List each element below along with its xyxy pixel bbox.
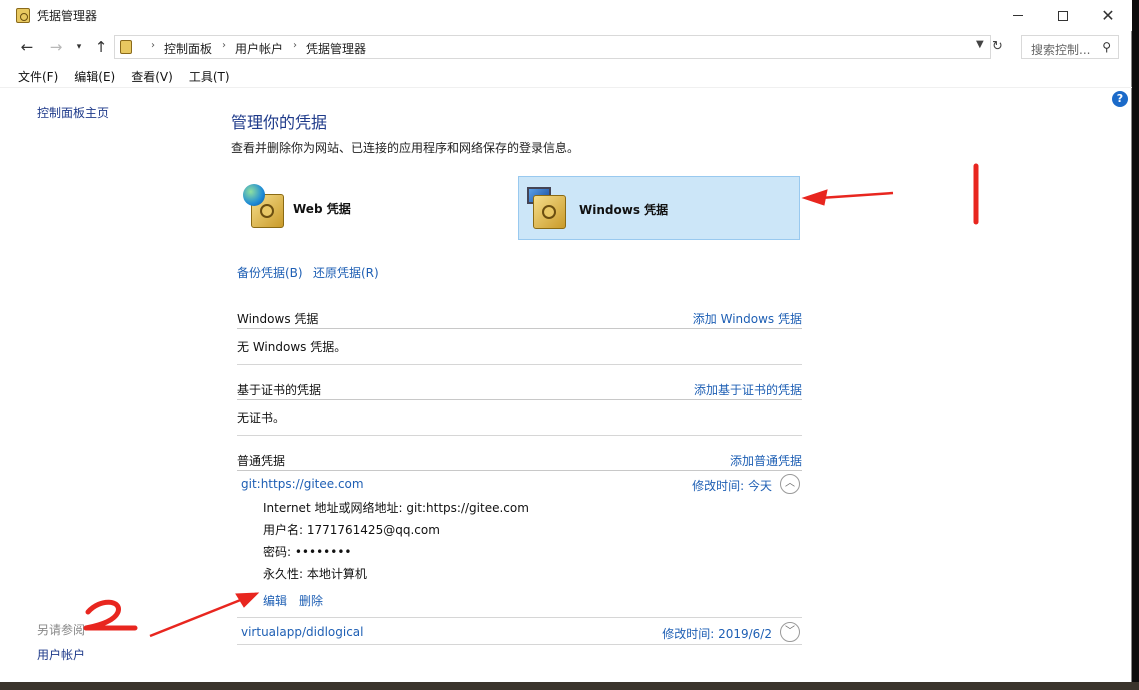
credential-manager-icon xyxy=(16,8,30,23)
page-title: 管理你的凭据 xyxy=(231,113,328,132)
control-panel-home-link[interactable]: 控制面板主页 xyxy=(37,104,109,121)
globe-icon xyxy=(243,184,265,206)
empty-message: 无证书。 xyxy=(237,411,286,425)
up-arrow-icon[interactable]: ↑ xyxy=(91,37,111,57)
detail-username: 用户名: 1771761425@qq.com xyxy=(263,523,440,537)
background-window-strip xyxy=(1132,0,1139,690)
windows-vault-icon xyxy=(525,185,571,231)
menu-bar: 文件(F) 编辑(E) 查看(V) 工具(T) xyxy=(0,66,1132,88)
add-generic-credential-link[interactable]: 添加普通凭据 xyxy=(730,452,802,469)
detail-persistence: 永久性: 本地计算机 xyxy=(263,567,367,581)
address-bar[interactable]: › 控制面板 › 用户帐户 › 凭据管理器 ▼ xyxy=(114,35,991,59)
menu-view[interactable]: 查看(V) xyxy=(131,66,173,87)
forward-arrow-icon[interactable]: → xyxy=(46,37,66,57)
back-arrow-icon[interactable]: ← xyxy=(17,37,37,57)
credential-name[interactable]: git:https://gitee.com xyxy=(241,477,364,491)
empty-message: 无 Windows 凭据。 xyxy=(237,340,347,354)
web-credentials-label: Web 凭据 xyxy=(293,202,351,216)
see-also-label: 另请参阅 xyxy=(37,623,86,637)
credential-name[interactable]: virtualapp/didlogical xyxy=(241,625,363,639)
windows-credentials-tile[interactable]: Windows 凭据 xyxy=(518,176,800,240)
maximize-button[interactable] xyxy=(1040,0,1086,31)
control-panel-icon xyxy=(120,40,132,54)
detail-password: 密码: •••••••• xyxy=(263,545,352,559)
title-bar: 凭据管理器 ✕ xyxy=(0,0,1132,31)
breadcrumb-chevron-icon: › xyxy=(293,40,298,51)
divider xyxy=(237,435,802,436)
credential-entry[interactable]: virtualapp/didlogical 修改时间: 2019/6/2 ﹀ xyxy=(237,617,802,645)
breadcrumb-chevron-icon: › xyxy=(222,40,227,51)
breadcrumb-credential-manager[interactable]: 凭据管理器 xyxy=(306,40,366,57)
search-icon[interactable]: ⚲ xyxy=(1102,40,1111,54)
desktop-strip xyxy=(0,682,1139,690)
help-icon[interactable]: ? xyxy=(1112,91,1128,107)
edit-credential-link[interactable]: 编辑 xyxy=(263,592,287,609)
credential-modified: 修改时间: 今天 xyxy=(692,479,772,493)
section-title: Windows 凭据 xyxy=(237,312,319,326)
left-pane: 控制面板主页 另请参阅 用户帐户 xyxy=(0,89,220,682)
backup-credentials-link[interactable]: 备份凭据(B) xyxy=(237,264,303,281)
search-input[interactable]: 搜索控制... ⚲ xyxy=(1021,35,1119,59)
user-accounts-link[interactable]: 用户帐户 xyxy=(37,646,85,663)
section-header: 普通凭据 添加普通凭据 xyxy=(237,447,802,471)
menu-file[interactable]: 文件(F) xyxy=(18,66,58,87)
breadcrumb-control-panel[interactable]: 控制面板 xyxy=(164,40,212,57)
web-vault-icon xyxy=(243,184,289,230)
close-button[interactable]: ✕ xyxy=(1085,0,1131,31)
search-placeholder: 搜索控制... xyxy=(1031,43,1091,57)
divider xyxy=(237,364,802,365)
recent-dropdown-icon[interactable]: ▾ xyxy=(72,37,86,57)
menu-edit[interactable]: 编辑(E) xyxy=(74,66,115,87)
section-header: 基于证书的凭据 添加基于证书的凭据 xyxy=(237,376,802,400)
credential-manager-window: 凭据管理器 ✕ ← → ▾ ↑ › 控制面板 › 用户帐户 › 凭据管理器 ▼ … xyxy=(0,0,1132,682)
web-credentials-tile[interactable]: Web 凭据 xyxy=(237,176,519,240)
credential-modified: 修改时间: 2019/6/2 xyxy=(662,627,772,641)
delete-credential-link[interactable]: 删除 xyxy=(299,592,323,609)
breadcrumb: › 控制面板 › 用户帐户 › 凭据管理器 xyxy=(141,40,366,57)
address-dropdown-icon[interactable]: ▼ xyxy=(976,39,984,50)
breadcrumb-chevron-icon: › xyxy=(151,40,155,51)
detail-address: Internet 地址或网络地址: git:https://gitee.com xyxy=(263,501,529,515)
section-header: Windows 凭据 添加 Windows 凭据 xyxy=(237,305,802,329)
navigation-bar: ← → ▾ ↑ › 控制面板 › 用户帐户 › 凭据管理器 ▼ ↻ 搜索控制..… xyxy=(0,31,1132,64)
credential-entry[interactable]: git:https://gitee.com 修改时间: 今天 ︿ xyxy=(237,470,802,498)
restore-credentials-link[interactable]: 还原凭据(R) xyxy=(313,264,379,281)
add-certificate-credential-link[interactable]: 添加基于证书的凭据 xyxy=(694,381,802,398)
windows-credentials-label: Windows 凭据 xyxy=(579,203,669,217)
breadcrumb-user-accounts[interactable]: 用户帐户 xyxy=(235,40,283,57)
menu-tools[interactable]: 工具(T) xyxy=(189,66,230,87)
maximize-icon xyxy=(1058,10,1068,21)
close-icon: ✕ xyxy=(1101,5,1115,25)
credential-details: Internet 地址或网络地址: git:https://gitee.com … xyxy=(263,500,529,609)
refresh-icon[interactable]: ↻ xyxy=(992,39,1003,54)
add-windows-credential-link[interactable]: 添加 Windows 凭据 xyxy=(693,310,802,327)
collapse-chevron-icon[interactable]: ︿ xyxy=(780,474,800,494)
page-description: 查看并删除你为网站、已连接的应用程序和网络保存的登录信息。 xyxy=(231,141,580,155)
minimize-button[interactable] xyxy=(995,0,1041,31)
expand-chevron-icon[interactable]: ﹀ xyxy=(780,622,800,642)
window-title: 凭据管理器 xyxy=(37,9,98,23)
section-title: 普通凭据 xyxy=(237,454,286,468)
section-title: 基于证书的凭据 xyxy=(237,383,322,397)
minimize-icon xyxy=(1013,15,1023,16)
